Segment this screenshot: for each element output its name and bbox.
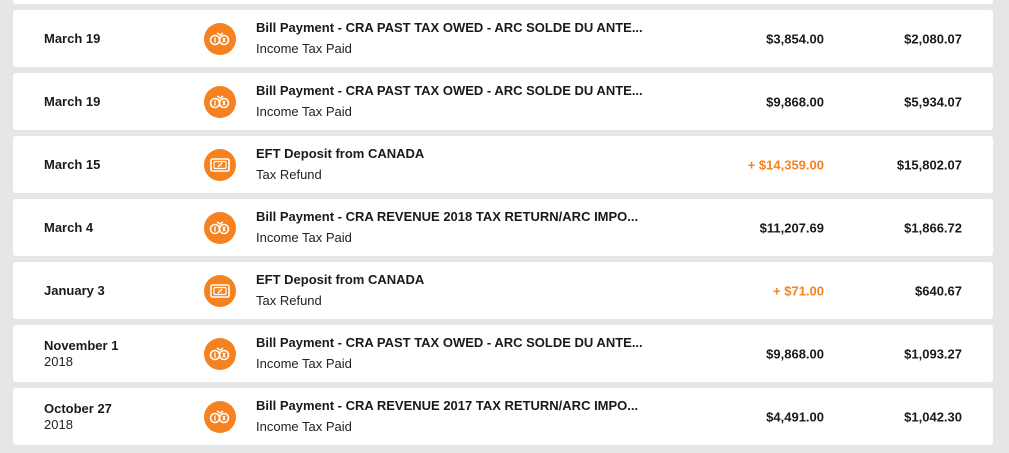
transaction-amount: + $71.00: [773, 283, 824, 298]
transaction-row[interactable]: March 19 Bill Payment - CRA PAST TAX OWE…: [13, 10, 993, 67]
transaction-amount: $9,868.00: [766, 94, 824, 109]
deposit-icon: [204, 274, 236, 307]
transaction-row[interactable]: March 19 Bill Payment - CRA PAST TAX OWE…: [13, 73, 993, 130]
transaction-category: Income Tax Paid: [256, 104, 352, 119]
transaction-title: EFT Deposit from CANADA: [256, 146, 425, 161]
transaction-category: Income Tax Paid: [256, 356, 352, 371]
bill-payment-icon: [204, 337, 236, 370]
transaction-balance: $1,093.27: [904, 346, 962, 361]
transaction-balance: $5,934.07: [904, 94, 962, 109]
transaction-description: Bill Payment - CRA PAST TAX OWED - ARC S…: [256, 20, 686, 57]
transaction-title: Bill Payment - CRA PAST TAX OWED - ARC S…: [256, 335, 643, 350]
bill-payment-icon: [204, 85, 236, 118]
transaction-title: Bill Payment - CRA REVENUE 2018 TAX RETU…: [256, 209, 639, 224]
transaction-date: March 4: [44, 219, 94, 235]
transaction-description: EFT Deposit from CANADA Tax Refund: [256, 272, 686, 309]
transaction-category: Income Tax Paid: [256, 419, 352, 434]
transaction-title: Bill Payment - CRA PAST TAX OWED - ARC S…: [256, 20, 643, 35]
transaction-description: Bill Payment - CRA REVENUE 2017 TAX RETU…: [256, 398, 686, 435]
transaction-date: March 15: [44, 156, 101, 172]
transaction-date: March 19: [44, 93, 101, 109]
transaction-category: Tax Refund: [256, 293, 322, 308]
bill-payment-icon: [204, 211, 236, 244]
deposit-icon: [204, 148, 236, 181]
previous-row-edge: [13, 0, 993, 4]
transaction-description: Bill Payment - CRA REVENUE 2018 TAX RETU…: [256, 209, 686, 246]
transaction-description: Bill Payment - CRA PAST TAX OWED - ARC S…: [256, 335, 686, 372]
transaction-amount: $4,491.00: [766, 409, 824, 424]
transaction-list: March 19 Bill Payment - CRA PAST TAX OWE…: [13, 0, 993, 451]
transaction-category: Income Tax Paid: [256, 230, 352, 245]
bill-payment-icon: [204, 22, 236, 55]
transaction-amount: $11,207.69: [759, 220, 824, 235]
transaction-balance: $1,866.72: [904, 220, 962, 235]
transaction-row[interactable]: November 1 2018 Bill Payment - CRA PAST …: [13, 325, 993, 382]
bill-payment-icon: [204, 400, 236, 433]
transaction-row[interactable]: March 4 Bill Payment - CRA REVENUE 2018 …: [13, 199, 993, 256]
transaction-row[interactable]: March 15 EFT Deposit from CANADA Tax Ref…: [13, 136, 993, 193]
transaction-row[interactable]: October 27 2018 Bill Payment - CRA REVEN…: [13, 388, 993, 445]
transaction-row[interactable]: January 3 EFT Deposit from CANADA Tax Re…: [13, 262, 993, 319]
transaction-title: Bill Payment - CRA PAST TAX OWED - ARC S…: [256, 83, 643, 98]
transaction-title: EFT Deposit from CANADA: [256, 272, 425, 287]
transaction-date: October 27 2018: [44, 400, 112, 432]
transaction-date: November 1 2018: [44, 337, 119, 369]
transaction-description: EFT Deposit from CANADA Tax Refund: [256, 146, 686, 183]
transaction-balance: $15,802.07: [896, 157, 962, 172]
transaction-date: March 19: [44, 30, 101, 46]
transaction-amount: $3,854.00: [766, 31, 824, 46]
transaction-amount: $9,868.00: [766, 346, 824, 361]
transaction-balance: $1,042.30: [904, 409, 962, 424]
transaction-description: Bill Payment - CRA PAST TAX OWED - ARC S…: [256, 83, 686, 120]
transaction-balance: $2,080.07: [904, 31, 962, 46]
transaction-title: Bill Payment - CRA REVENUE 2017 TAX RETU…: [256, 398, 639, 413]
transaction-date: January 3: [44, 282, 105, 298]
transaction-category: Tax Refund: [256, 167, 322, 182]
transaction-balance: $640.67: [915, 283, 962, 298]
transaction-category: Income Tax Paid: [256, 41, 352, 56]
transaction-amount: + $14,359.00: [747, 157, 824, 172]
